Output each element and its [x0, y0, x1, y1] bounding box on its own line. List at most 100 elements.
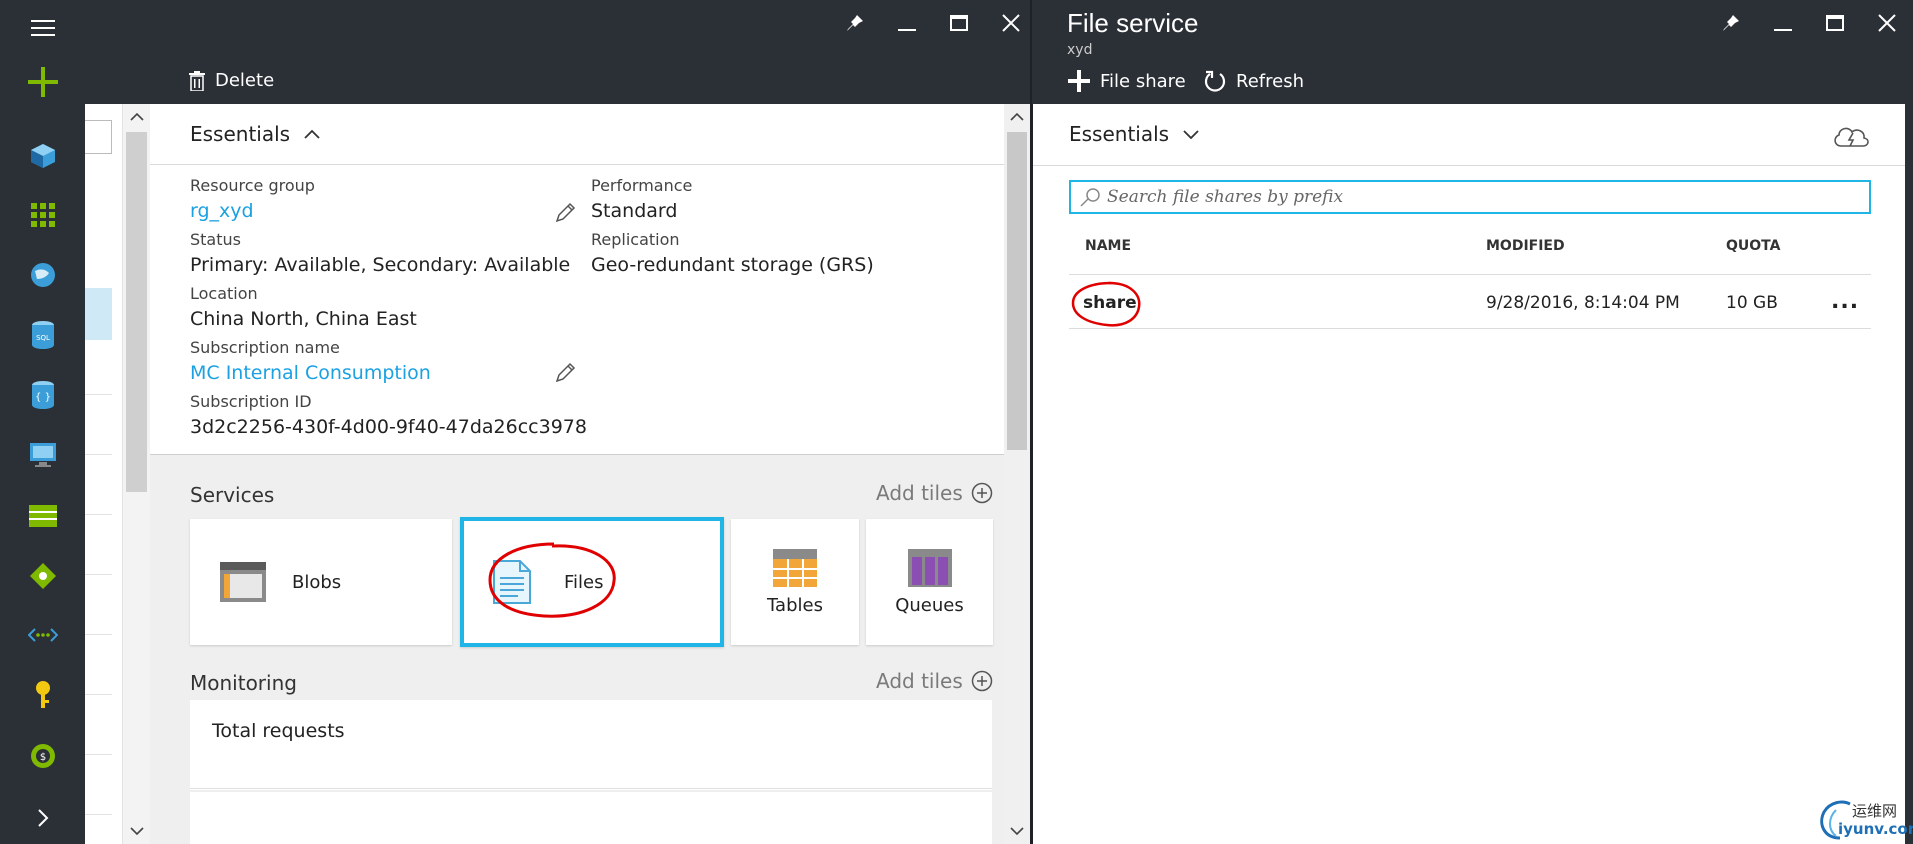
- grid-icon[interactable]: [0, 187, 85, 243]
- list-scroll-thumb[interactable]: [126, 132, 147, 492]
- list-divider: [85, 694, 112, 695]
- add-file-share-button[interactable]: File share: [1068, 70, 1186, 92]
- pin-icon[interactable]: [1718, 10, 1744, 36]
- column-header-name[interactable]: NAME: [1085, 238, 1131, 254]
- svg-text:SQL: SQL: [36, 334, 50, 342]
- services-add-tiles-button[interactable]: Add tiles: [876, 481, 993, 505]
- tables-tile[interactable]: Tables: [731, 519, 859, 645]
- search-box[interactable]: [1069, 180, 1871, 214]
- list-scrollbar[interactable]: [123, 104, 150, 844]
- watermark-cn: 运维网: [1852, 802, 1898, 820]
- storage-icon[interactable]: [0, 488, 85, 544]
- svg-text:$: $: [39, 752, 45, 763]
- essentials-toggle[interactable]: Essentials: [190, 122, 320, 146]
- connections-icon[interactable]: [0, 607, 85, 663]
- right-edge-bar: [1905, 104, 1913, 844]
- replication-value: Geo-redundant storage (GRS): [591, 254, 874, 276]
- status-value: Primary: Available, Secondary: Available: [190, 254, 571, 276]
- files-tile[interactable]: Files: [460, 517, 724, 647]
- globe-icon[interactable]: [0, 247, 85, 303]
- scroll-down-icon[interactable]: [1010, 826, 1024, 836]
- monitoring-title: Monitoring: [190, 671, 297, 695]
- blade-title: File service: [1067, 8, 1199, 38]
- status-label: Status: [190, 230, 241, 249]
- chevron-down-icon: [1183, 130, 1199, 139]
- sql-database-icon[interactable]: SQL: [0, 307, 85, 363]
- new-plus-icon[interactable]: [0, 54, 85, 110]
- queues-tile[interactable]: Queues: [866, 519, 993, 645]
- close-icon[interactable]: [1874, 10, 1900, 36]
- search-input[interactable]: [1107, 187, 1847, 207]
- plus-icon: [1068, 70, 1090, 92]
- essentials-toggle[interactable]: Essentials: [1069, 122, 1199, 146]
- cube-icon[interactable]: [0, 128, 85, 184]
- subscription-name-link[interactable]: MC Internal Consumption: [190, 362, 431, 384]
- maximize-icon[interactable]: [1822, 10, 1848, 36]
- file-service-content: Essentials NAME MODIFIED QUOTA share 9/2…: [1033, 104, 1905, 844]
- network-icon[interactable]: [0, 548, 85, 604]
- blade-subtitle: xyd: [1067, 42, 1093, 58]
- refresh-button[interactable]: Refresh: [1204, 70, 1304, 92]
- billing-icon[interactable]: $: [0, 728, 85, 784]
- total-requests-card[interactable]: Total requests: [190, 700, 992, 790]
- scroll-up-icon[interactable]: [130, 112, 144, 122]
- cloud-icon[interactable]: [1831, 122, 1871, 150]
- resource-list-strip: [85, 104, 123, 844]
- chevron-up-icon: [304, 129, 320, 139]
- add-circle-icon: [971, 482, 993, 504]
- hamburger-menu-icon[interactable]: [0, 0, 85, 56]
- edit-resource-group-icon[interactable]: [554, 202, 576, 224]
- column-header-modified[interactable]: MODIFIED: [1486, 238, 1565, 254]
- performance-label: Performance: [591, 176, 693, 195]
- more-options-button[interactable]: ...: [1831, 289, 1859, 314]
- subscription-name-label: Subscription name: [190, 338, 340, 357]
- filter-input[interactable]: [85, 120, 112, 154]
- subscription-id-label: Subscription ID: [190, 392, 312, 411]
- chevron-right-icon[interactable]: [0, 790, 85, 844]
- trash-icon: [189, 70, 205, 91]
- scroll-down-icon[interactable]: [130, 826, 144, 836]
- performance-value: Standard: [591, 200, 678, 222]
- blobs-label: Blobs: [292, 571, 342, 593]
- document-db-icon[interactable]: { }: [0, 367, 85, 423]
- list-divider: [85, 814, 112, 815]
- selected-list-item[interactable]: [85, 288, 112, 340]
- edit-subscription-icon[interactable]: [554, 362, 576, 384]
- blade-scroll-thumb[interactable]: [1007, 132, 1027, 450]
- services-add-tiles-label: Add tiles: [876, 481, 963, 505]
- minimize-icon[interactable]: [894, 10, 920, 36]
- tables-label: Tables: [767, 594, 823, 616]
- minimize-icon[interactable]: [1770, 10, 1796, 36]
- monitoring-add-tiles-button[interactable]: Add tiles: [876, 669, 993, 693]
- key-icon[interactable]: [0, 667, 85, 723]
- replication-label: Replication: [591, 230, 680, 249]
- queues-label: Queues: [895, 594, 964, 616]
- essentials-heading: Essentials: [1069, 122, 1170, 146]
- list-divider: [85, 514, 112, 515]
- refresh-icon: [1204, 70, 1226, 92]
- virtual-machine-icon[interactable]: [0, 427, 85, 483]
- pin-icon[interactable]: [842, 10, 868, 36]
- column-header-quota[interactable]: QUOTA: [1726, 238, 1780, 254]
- scroll-up-icon[interactable]: [1010, 112, 1024, 122]
- services-title: Services: [190, 483, 275, 507]
- red-circle-annotation: [488, 542, 616, 618]
- file-service-blade-header: File service xyd File share Refresh: [1032, 0, 1913, 104]
- refresh-label: Refresh: [1236, 70, 1304, 92]
- blob-container-icon: [220, 562, 266, 602]
- maximize-icon[interactable]: [946, 10, 972, 36]
- total-requests-title: Total requests: [212, 720, 345, 742]
- table-row[interactable]: share 9/28/2016, 8:14:04 PM 10 GB ...: [1069, 275, 1871, 328]
- location-value: China North, China East: [190, 308, 417, 330]
- table-grid-icon: [773, 548, 817, 587]
- chart-area: [190, 792, 992, 844]
- subscription-id-value: 3d2c2256-430f-4d00-9f40-47da26cc3978: [190, 416, 587, 438]
- blade-scrollbar[interactable]: [1004, 104, 1030, 844]
- red-circle-annotation: [1071, 281, 1141, 327]
- monitoring-add-tiles-label: Add tiles: [876, 669, 963, 693]
- essentials-divider: [150, 164, 1004, 165]
- resource-group-link[interactable]: rg_xyd: [190, 200, 254, 222]
- blobs-tile[interactable]: Blobs: [190, 519, 452, 645]
- delete-button[interactable]: Delete: [189, 70, 274, 91]
- close-icon[interactable]: [998, 10, 1024, 36]
